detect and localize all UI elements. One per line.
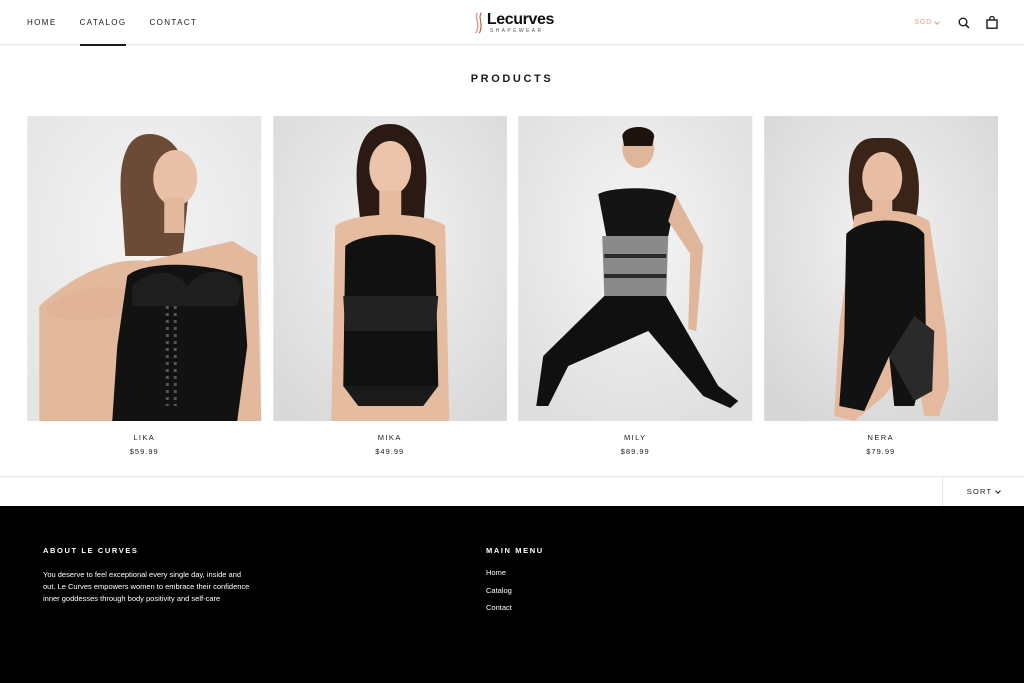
product-photo-lika (27, 116, 262, 421)
sort-label: SORT (966, 487, 993, 496)
product-price: $49.99 (375, 447, 405, 456)
product-price: $79.99 (866, 447, 896, 456)
chevron-down-icon (934, 18, 940, 25)
product-name[interactable]: NERA (764, 433, 999, 442)
product-price: $59.99 (129, 447, 159, 456)
footer-menu: Main Menu Home Catalog Contact (486, 546, 686, 621)
logo-tagline: SHAPEWEAR (489, 27, 544, 34)
site-footer: About Le Curves You deserve to feel exce… (0, 506, 1024, 683)
nav-catalog[interactable]: Catalog (79, 0, 127, 46)
site-header: Home Catalog Contact Lecurves SHAPEWEAR … (0, 0, 1024, 46)
product-card[interactable]: MILY $89.99 (518, 116, 753, 456)
product-name[interactable]: LIKA (27, 433, 262, 442)
footer-link-catalog[interactable]: Catalog (486, 586, 686, 604)
footer-about-text: You deserve to feel exceptional every si… (43, 570, 250, 603)
footer-link-contact[interactable]: Contact (486, 603, 686, 621)
product-image[interactable] (272, 116, 508, 421)
cart-button[interactable] (985, 16, 999, 30)
currency-selector[interactable]: SGD (914, 18, 940, 26)
product-name[interactable]: MILY (518, 433, 753, 442)
sort-button[interactable]: SORT (942, 477, 1024, 506)
currency-label: SGD (914, 19, 932, 26)
cart-icon (986, 16, 998, 29)
product-card[interactable]: MIKA $49.99 (272, 116, 508, 456)
footer-links: Home Catalog Contact (486, 568, 686, 621)
page-title: Products (470, 73, 554, 85)
product-photo-mily (518, 116, 753, 421)
product-card[interactable]: NERA $79.99 (763, 116, 999, 456)
site-logo[interactable]: Lecurves SHAPEWEAR (472, 9, 554, 36)
search-icon (958, 17, 970, 29)
logo-wordmark: Lecurves (486, 10, 554, 28)
product-name[interactable]: MIKA (273, 433, 508, 442)
collection-toolbar: SORT (0, 476, 1024, 506)
footer-link-home[interactable]: Home (486, 568, 686, 586)
product-price: $89.99 (620, 447, 650, 456)
product-photo-nera (763, 116, 998, 421)
product-image[interactable] (518, 116, 753, 421)
main-nav: Home Catalog Contact (27, 0, 197, 46)
product-image[interactable] (27, 116, 262, 421)
header-actions: SGD (914, 0, 999, 45)
footer-about: About Le Curves You deserve to feel exce… (43, 546, 253, 605)
nav-home[interactable]: Home (27, 0, 57, 45)
search-button[interactable] (957, 16, 971, 30)
product-image[interactable] (763, 116, 999, 421)
product-grid: LIKA $59.99 MIKA $49.99 MILY $89.99 NERA… (27, 116, 999, 456)
product-card[interactable]: LIKA $59.99 (27, 116, 262, 456)
product-photo-mika (272, 116, 507, 421)
footer-about-title: About Le Curves (43, 546, 139, 555)
chevron-down-icon (995, 487, 1002, 494)
footer-menu-title: Main Menu (486, 546, 544, 555)
nav-contact[interactable]: Contact (149, 0, 197, 45)
logo-mark-icon (475, 11, 482, 34)
